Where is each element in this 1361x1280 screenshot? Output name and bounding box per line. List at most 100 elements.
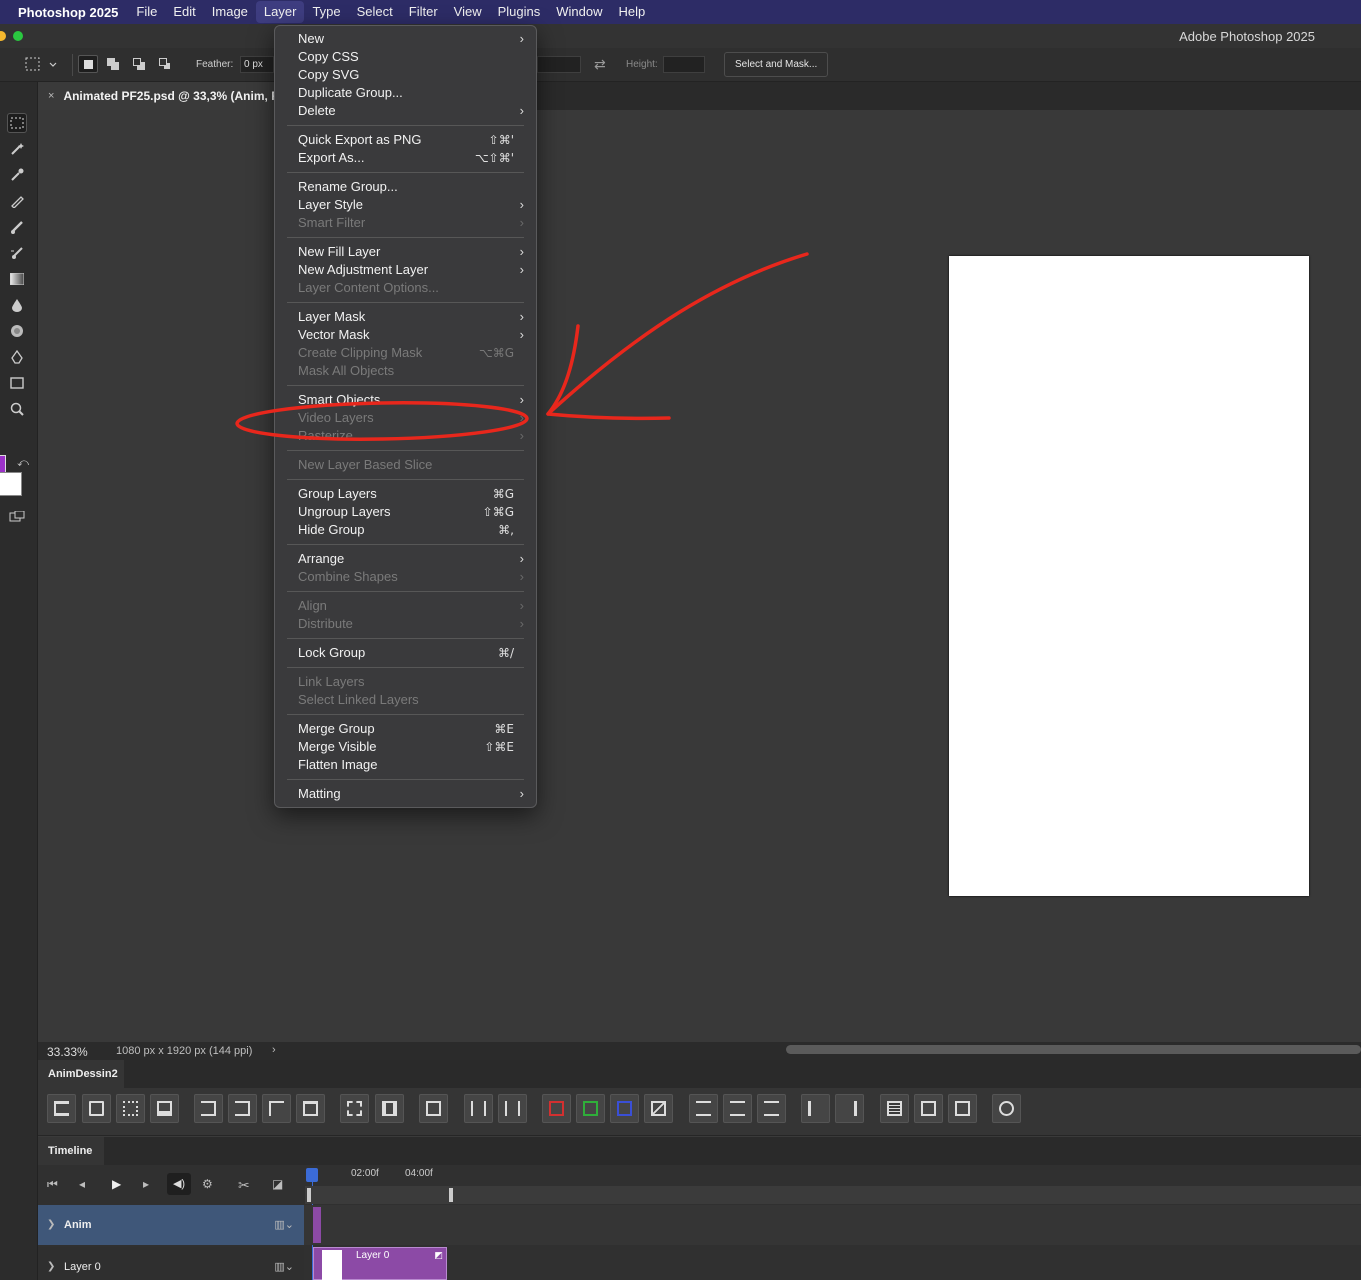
- width-input[interactable]: [537, 56, 581, 73]
- gradient-icon[interactable]: [7, 269, 27, 289]
- plugin-button-5[interactable]: [194, 1094, 223, 1123]
- zoom-tool-icon[interactable]: [7, 399, 27, 419]
- intersect-selection-icon[interactable]: [156, 55, 176, 73]
- menu-item-smart-objects[interactable]: Smart Objects ›: [275, 391, 536, 409]
- plugin-text-icon[interactable]: [948, 1094, 977, 1123]
- timeline-settings-icon[interactable]: ⚙: [202, 1177, 213, 1191]
- feather-input[interactable]: 0 px: [240, 56, 274, 73]
- timeline-layer-0[interactable]: ❯ Layer 0 ▥⌄: [38, 1247, 304, 1280]
- menu-item-flatten-image[interactable]: Flatten Image: [275, 756, 536, 774]
- plugin-html-icon[interactable]: [914, 1094, 943, 1123]
- plugin-button-3[interactable]: [116, 1094, 145, 1123]
- plugin-button-20[interactable]: [757, 1094, 786, 1123]
- timeline-layer-anim[interactable]: ❯ Anim ▥⌄: [38, 1205, 304, 1245]
- plugin-green-square-icon[interactable]: [576, 1094, 605, 1123]
- menu-item-quick-export-as-png[interactable]: Quick Export as PNG ⇧⌘': [275, 131, 536, 149]
- plugin-info-icon[interactable]: [992, 1094, 1021, 1123]
- plugin-button-18[interactable]: [689, 1094, 718, 1123]
- work-area-bar[interactable]: [305, 1186, 1361, 1204]
- first-frame-icon[interactable]: ⏮: [47, 1177, 58, 1192]
- menu-image[interactable]: Image: [204, 1, 256, 23]
- menu-window[interactable]: Window: [548, 1, 610, 23]
- menu-item-delete[interactable]: Delete ›: [275, 102, 536, 120]
- menu-item-arrange[interactable]: Arrange ›: [275, 550, 536, 568]
- pencil-icon[interactable]: [7, 191, 27, 211]
- plugin-button-11[interactable]: [419, 1094, 448, 1123]
- menu-item-export-as[interactable]: Export As... ⌥⇧⌘': [275, 149, 536, 167]
- tab-timeline[interactable]: Timeline: [38, 1137, 104, 1165]
- menu-item-copy-css[interactable]: Copy CSS: [275, 48, 536, 66]
- menu-item-hide-group[interactable]: Hide Group ⌘,: [275, 521, 536, 539]
- menu-item-layer-style[interactable]: Layer Style ›: [275, 196, 536, 214]
- film-icon[interactable]: ▥⌄: [274, 1218, 294, 1231]
- menu-select[interactable]: Select: [349, 1, 401, 23]
- marquee-tool-preset-icon[interactable]: [25, 57, 57, 73]
- eyedropper-icon[interactable]: [7, 165, 27, 185]
- marquee-tool-icon[interactable]: [7, 113, 27, 133]
- menu-item-duplicate-group[interactable]: Duplicate Group...: [275, 84, 536, 102]
- play-icon[interactable]: ▶: [112, 1177, 121, 1191]
- plugin-button-13[interactable]: [498, 1094, 527, 1123]
- plugin-button-12[interactable]: [464, 1094, 493, 1123]
- plugin-button-2[interactable]: [82, 1094, 111, 1123]
- zoom-level[interactable]: 33.33%: [47, 1045, 88, 1059]
- zoom-button[interactable]: [13, 31, 23, 41]
- expand-anim-icon[interactable]: ❯: [47, 1219, 55, 1230]
- brush-icon[interactable]: [7, 217, 27, 237]
- plugin-button-7[interactable]: [262, 1094, 291, 1123]
- plugin-button-21[interactable]: [801, 1094, 830, 1123]
- plugin-button-10[interactable]: [375, 1094, 404, 1123]
- history-brush-icon[interactable]: [7, 243, 27, 263]
- menu-item-copy-svg[interactable]: Copy SVG: [275, 66, 536, 84]
- screen-mode-icon[interactable]: [7, 507, 27, 527]
- plugin-notes-icon[interactable]: [880, 1094, 909, 1123]
- menu-edit[interactable]: Edit: [165, 1, 203, 23]
- background-color-swatch[interactable]: [0, 472, 22, 496]
- add-selection-icon[interactable]: [104, 55, 124, 73]
- prev-frame-icon[interactable]: ◂: [79, 1177, 85, 1191]
- menu-item-merge-visible[interactable]: Merge Visible ⇧⌘E: [275, 738, 536, 756]
- menu-file[interactable]: File: [128, 1, 165, 23]
- menu-item-group-layers[interactable]: Group Layers ⌘G: [275, 485, 536, 503]
- document-tab[interactable]: × Animated PF25.psd @ 33,3% (Anim, R: [38, 82, 280, 110]
- menu-item-ungroup-layers[interactable]: Ungroup Layers ⇧⌘G: [275, 503, 536, 521]
- menu-item-merge-group[interactable]: Merge Group ⌘E: [275, 720, 536, 738]
- menu-item-rename-group[interactable]: Rename Group...: [275, 178, 536, 196]
- menu-item-vector-mask[interactable]: Vector Mask ›: [275, 326, 536, 344]
- plugin-trash-icon[interactable]: [296, 1094, 325, 1123]
- menu-view[interactable]: View: [446, 1, 490, 23]
- next-frame-icon[interactable]: ▸: [143, 1177, 149, 1191]
- menu-help[interactable]: Help: [611, 1, 654, 23]
- rectangle-tool-icon[interactable]: [7, 373, 27, 393]
- horizontal-scrollbar[interactable]: [786, 1045, 1361, 1054]
- select-and-mask-button[interactable]: Select and Mask...: [724, 52, 829, 77]
- menu-item-matting[interactable]: Matting ›: [275, 785, 536, 803]
- plugin-button-22[interactable]: [835, 1094, 864, 1123]
- plugin-button-1[interactable]: [47, 1094, 76, 1123]
- menu-item-lock-group[interactable]: Lock Group ⌘/: [275, 644, 536, 662]
- film-icon[interactable]: ▥⌄: [274, 1260, 294, 1273]
- expand-layer0-icon[interactable]: ❯: [47, 1261, 55, 1272]
- plugin-save-icon[interactable]: [150, 1094, 179, 1123]
- layer0-clip[interactable]: Layer 0 ◩: [313, 1247, 447, 1280]
- plugin-button-19[interactable]: [723, 1094, 752, 1123]
- dodge-icon[interactable]: [7, 321, 27, 341]
- menu-item-new-fill-layer[interactable]: New Fill Layer ›: [275, 243, 536, 261]
- plugin-no-color-icon[interactable]: [644, 1094, 673, 1123]
- swap-colors-icon[interactable]: ⤺: [13, 453, 33, 473]
- height-input[interactable]: [663, 56, 705, 73]
- anim-track-marker[interactable]: [313, 1207, 321, 1243]
- plugin-blue-square-icon[interactable]: [610, 1094, 639, 1123]
- magic-wand-icon[interactable]: [7, 139, 27, 159]
- status-menu-icon[interactable]: ›: [272, 1044, 276, 1056]
- menu-item-new-adjustment-layer[interactable]: New Adjustment Layer ›: [275, 261, 536, 279]
- split-clip-icon[interactable]: ✂: [238, 1177, 250, 1194]
- subtract-selection-icon[interactable]: [130, 55, 150, 73]
- close-tab-icon[interactable]: ×: [48, 90, 54, 102]
- pen-tool-icon[interactable]: [7, 347, 27, 367]
- app-menu[interactable]: Photoshop 2025: [0, 5, 128, 20]
- audio-icon[interactable]: ◀): [167, 1173, 191, 1195]
- plugin-button-9[interactable]: [340, 1094, 369, 1123]
- menu-item-layer-mask[interactable]: Layer Mask ›: [275, 308, 536, 326]
- swap-icon[interactable]: ⇄: [594, 56, 606, 73]
